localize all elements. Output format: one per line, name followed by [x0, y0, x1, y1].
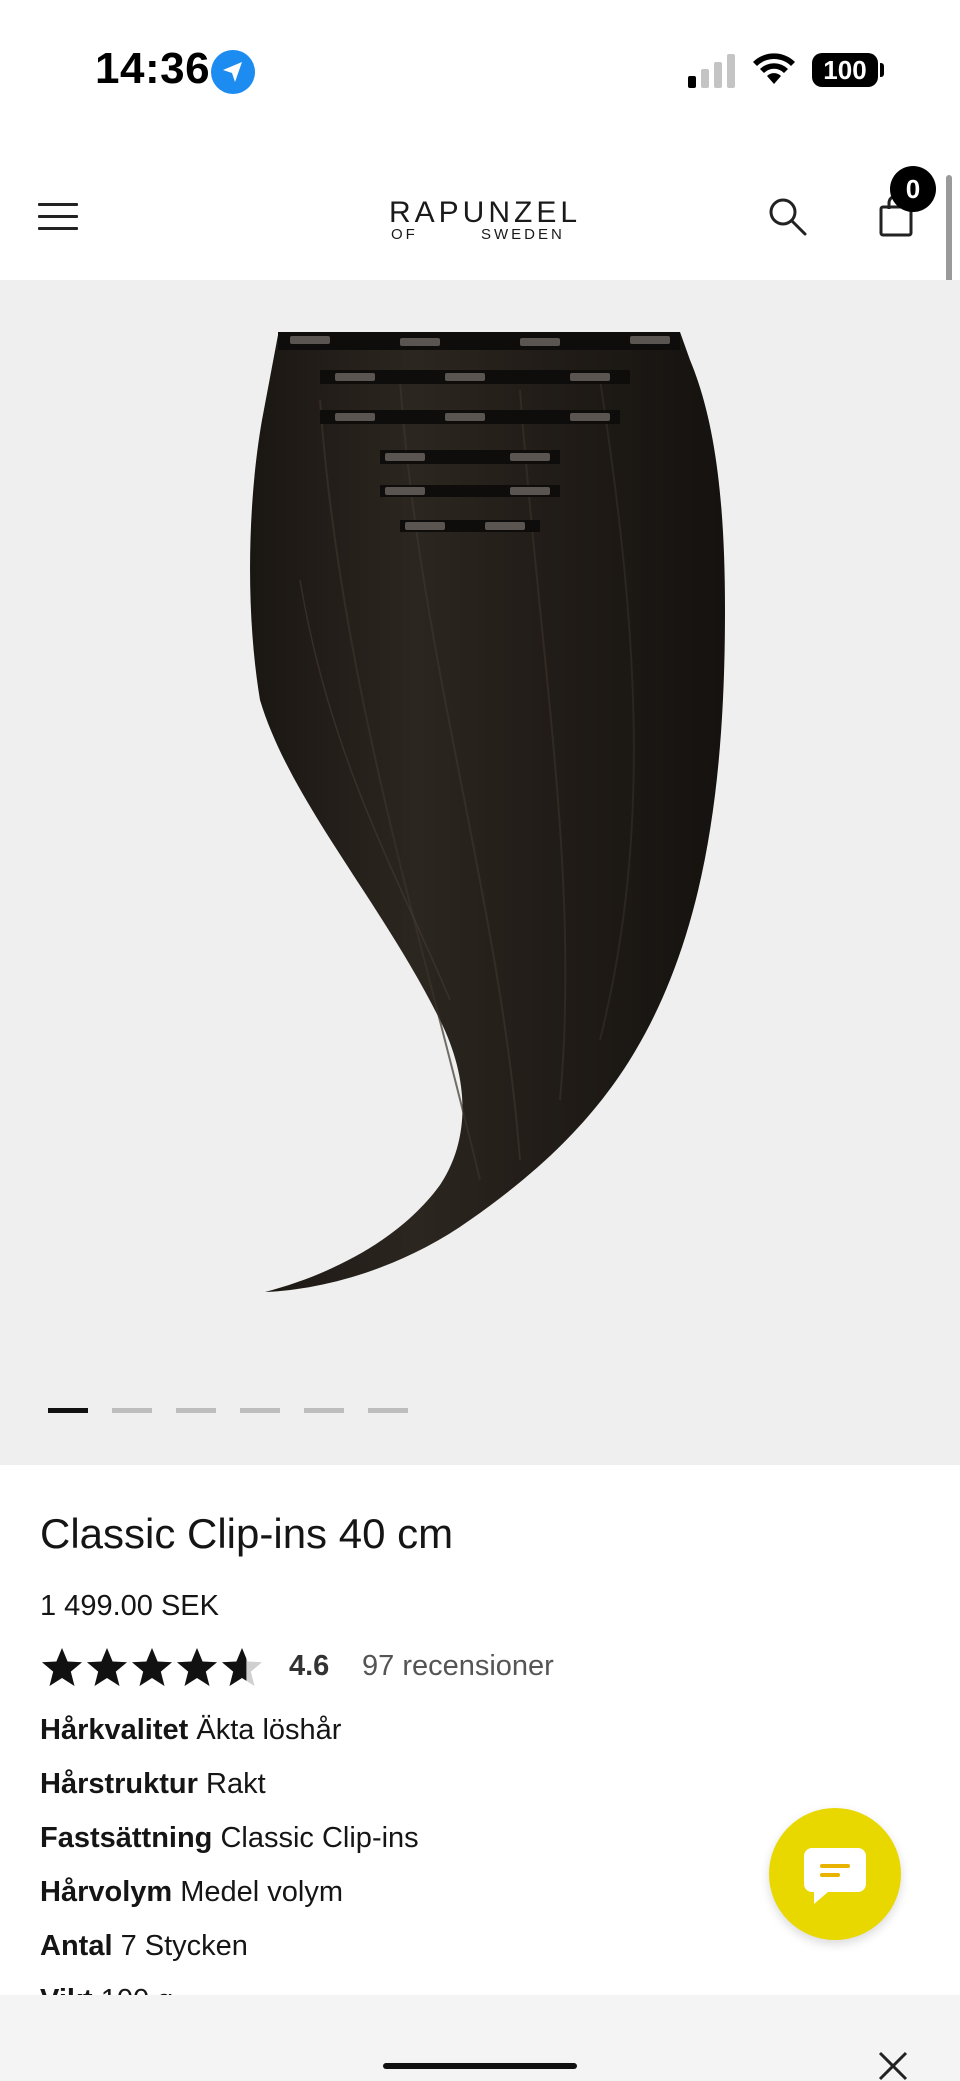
- home-indicator: [383, 2063, 577, 2069]
- close-icon[interactable]: [877, 2050, 909, 2081]
- star-icon: [222, 1648, 262, 1686]
- product-image: [250, 332, 725, 1292]
- gallery-dot[interactable]: [304, 1408, 344, 1413]
- wifi-icon: [753, 53, 795, 84]
- spec-value: Medel volym: [180, 1876, 344, 1908]
- gallery-dot[interactable]: [176, 1408, 216, 1413]
- rating-row[interactable]: 4.6 97 recensioner: [40, 1646, 740, 1690]
- brand-logo[interactable]: RAPUNZEL OF SWEDEN: [385, 196, 585, 246]
- star-icon: [42, 1648, 82, 1686]
- star-icon: [177, 1648, 217, 1686]
- rating-stars: [42, 1648, 262, 1686]
- spec-attachment: Fastsättning Classic Clip-ins: [40, 1822, 419, 1855]
- product-price: 1 499.00 SEK: [40, 1590, 219, 1622]
- spec-label: Antal: [40, 1930, 113, 1962]
- battery-icon: 100: [812, 53, 878, 87]
- product-title: Classic Clip-ins 40 cm: [40, 1510, 454, 1557]
- spec-label: Fastsättning: [40, 1822, 213, 1854]
- logo-main-text: RAPUNZEL: [389, 196, 582, 229]
- spec-value: Classic Clip-ins: [220, 1822, 419, 1854]
- gallery-dot[interactable]: [48, 1408, 88, 1413]
- menu-icon[interactable]: [38, 201, 80, 233]
- gallery-dot[interactable]: [368, 1408, 408, 1413]
- signal-icon: [688, 54, 735, 88]
- spec-value: Äkta löshår: [196, 1714, 342, 1746]
- spec-label: Hårstruktur: [40, 1768, 198, 1800]
- spec-count: Antal 7 Stycken: [40, 1930, 248, 1963]
- battery-tip: [880, 63, 884, 77]
- logo-of-text: OF: [391, 226, 418, 243]
- status-time: 14:36: [95, 44, 211, 93]
- spec-hair-quality: Hårkvalitet Äkta löshår: [40, 1714, 341, 1747]
- search-icon[interactable]: [768, 197, 808, 237]
- gallery-dot[interactable]: [240, 1408, 280, 1413]
- logo-sweden-text: SWEDEN: [481, 226, 565, 243]
- location-arrow-icon: [211, 50, 255, 94]
- status-bar: 14:36 100: [0, 0, 960, 140]
- star-icon: [87, 1648, 127, 1686]
- chat-bubble-icon: [804, 1848, 866, 1904]
- spec-label: Hårkvalitet: [40, 1714, 189, 1746]
- review-count-link[interactable]: 97 recensioner: [362, 1650, 554, 1683]
- spec-value: Rakt: [206, 1768, 266, 1800]
- gallery-dot[interactable]: [112, 1408, 152, 1413]
- spec-value: 7 Stycken: [120, 1930, 248, 1962]
- rating-value: 4.6: [289, 1650, 330, 1682]
- spec-hair-texture: Hårstruktur Rakt: [40, 1768, 266, 1801]
- spec-hair-volume: Hårvolym Medel volym: [40, 1876, 343, 1909]
- site-header: RAPUNZEL OF SWEDEN 0: [0, 140, 960, 280]
- star-icon: [132, 1648, 172, 1686]
- chat-button[interactable]: [769, 1808, 901, 1940]
- cart-count-badge[interactable]: 0: [890, 166, 936, 212]
- product-image-gallery[interactable]: [0, 280, 960, 1465]
- spec-label: Hårvolym: [40, 1876, 173, 1908]
